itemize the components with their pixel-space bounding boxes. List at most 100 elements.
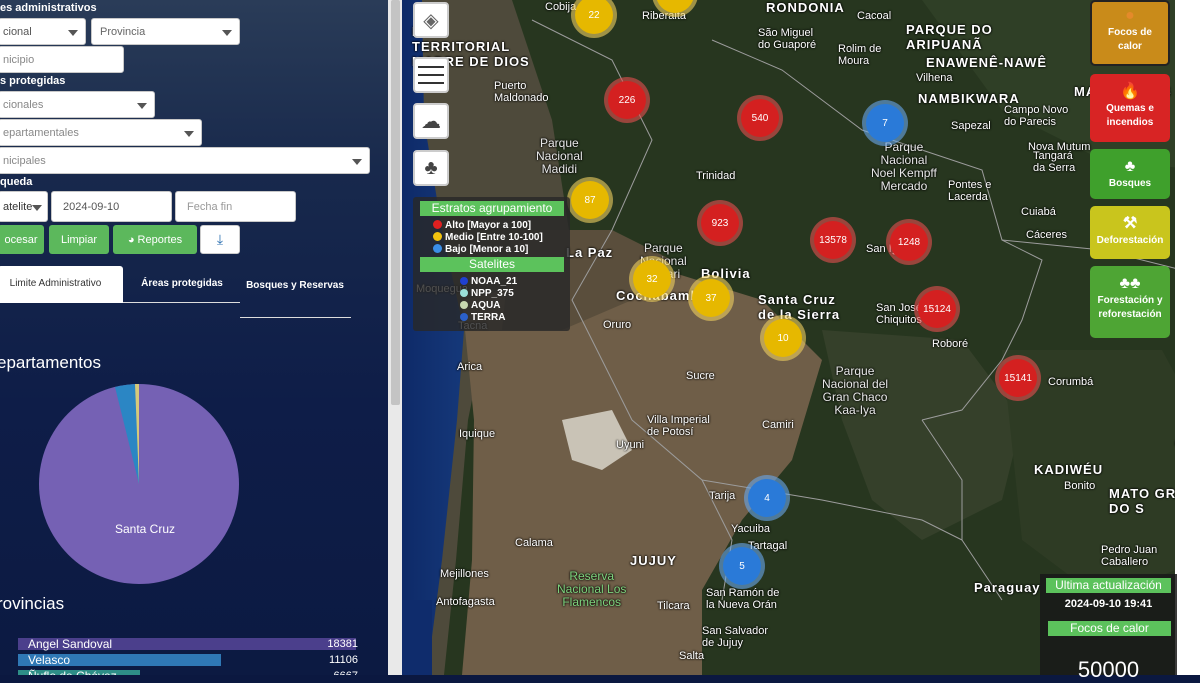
chevron-down-icon bbox=[184, 131, 194, 137]
map-place-label: Sapezal bbox=[951, 120, 991, 132]
map-place-label: Sucre bbox=[686, 370, 715, 382]
tree-icon: ♣ bbox=[424, 156, 438, 179]
protected-areas-label: s protegidas bbox=[0, 75, 66, 87]
map-place-label: Parque Nacional Madidi bbox=[536, 136, 583, 176]
municipality-select[interactable]: nicipio bbox=[0, 46, 124, 73]
forest-icon: ♣♣ bbox=[1119, 275, 1141, 292]
hotspots-value: 50000 bbox=[1077, 657, 1140, 682]
reports-label: Reportes bbox=[137, 234, 183, 246]
map-place-label: MATO GR DO S bbox=[1109, 486, 1177, 516]
download-button[interactable]: ⤓ bbox=[200, 225, 240, 254]
weather-control[interactable]: ☁ bbox=[413, 103, 449, 139]
admin-level-select[interactable]: cional bbox=[0, 18, 86, 45]
hotspot-cluster[interactable]: 15141 bbox=[999, 359, 1037, 397]
map-place-label: La Paz bbox=[566, 245, 614, 260]
sidebar-panel: es administrativos cional Provincia nici… bbox=[0, 0, 388, 675]
map-place-label: ENAWENÊ-NAWÊ bbox=[926, 55, 1048, 70]
hotspot-cluster[interactable]: 37 bbox=[692, 279, 730, 317]
process-button[interactable]: ocesar bbox=[0, 225, 44, 254]
chainsaw-icon: ⚒ bbox=[1122, 215, 1138, 232]
hotspot-cluster[interactable]: 540 bbox=[741, 99, 779, 137]
province-placeholder: Provincia bbox=[100, 26, 146, 38]
pa-municipal-select[interactable]: nicipales bbox=[0, 147, 370, 174]
hotspot-cluster[interactable]: 7 bbox=[866, 104, 904, 142]
chevron-down-icon bbox=[68, 30, 78, 36]
layers-control[interactable]: ◈ bbox=[413, 2, 449, 38]
tab-bosques-reservas[interactable]: Bosques y Reservas bbox=[245, 278, 345, 293]
province-bar-row: Ñuflo de Chávez 6667 bbox=[18, 670, 360, 675]
layer-button-label: Forestación y reforestación bbox=[1097, 295, 1163, 320]
map-place-label: Iquique bbox=[459, 428, 496, 440]
layer-button[interactable]: ♣♣ Forestación y reforestación bbox=[1090, 266, 1170, 338]
map-place-label: Camiri bbox=[762, 419, 794, 431]
tree-icon: ♣ bbox=[1124, 158, 1136, 175]
hotspot-cluster[interactable]: 10 bbox=[764, 319, 802, 357]
scrollbar-thumb[interactable] bbox=[391, 0, 400, 405]
cloud-rain-icon: ☁ bbox=[421, 110, 441, 133]
reports-button[interactable]: ◕ Reportes bbox=[113, 225, 197, 254]
fire-icon: ● bbox=[1125, 7, 1135, 24]
legend-dot bbox=[433, 220, 442, 229]
satellite-dot bbox=[460, 289, 468, 297]
province-select[interactable]: Provincia bbox=[91, 18, 240, 45]
map-place-label: RONDONIA bbox=[766, 0, 845, 15]
layer-button[interactable]: ● Focos de calor bbox=[1090, 0, 1170, 66]
legend-label: Medio [Entre 10-100] bbox=[445, 232, 543, 243]
hamburger-icon bbox=[418, 66, 444, 84]
forest-control[interactable]: ♣ bbox=[413, 150, 449, 186]
hotspot-cluster[interactable]: 5 bbox=[723, 547, 761, 585]
tab-areas-protegidas[interactable]: Áreas protegidas bbox=[126, 278, 238, 289]
start-date-input[interactable]: 2024-09-10 bbox=[51, 191, 172, 222]
download-icon: ⤓ bbox=[216, 231, 224, 247]
pa-departmental-select[interactable]: epartamentales bbox=[0, 119, 202, 146]
satellite-label: TERRA bbox=[471, 312, 506, 323]
map-place-label: Calama bbox=[515, 537, 553, 549]
map-place-label: Bonito bbox=[1064, 480, 1096, 492]
map-place-label: Oruro bbox=[603, 319, 632, 331]
layer-button[interactable]: ⚒ Deforestación bbox=[1090, 206, 1170, 259]
chevron-down-icon bbox=[137, 103, 147, 109]
end-date-input[interactable]: Fecha fin bbox=[175, 191, 296, 222]
satellites-title: Satelites bbox=[420, 257, 564, 272]
satellite-label: NOAA_21 bbox=[471, 276, 518, 287]
departments-pie-chart: Santa Cruz bbox=[39, 383, 239, 584]
pa-national-select[interactable]: cionales bbox=[0, 91, 155, 118]
map-place-label: Vilhena bbox=[916, 72, 953, 84]
map-place-label: Pontes e Lacerda bbox=[948, 179, 992, 203]
map-legend: Estratos agrupamiento Alto [Mayor a 100]… bbox=[413, 197, 570, 331]
start-date-value: 2024-09-10 bbox=[63, 201, 120, 213]
map-place-label: Trinidad bbox=[696, 170, 736, 182]
province-bar-row: Velasco 11106 bbox=[18, 654, 360, 667]
hotspots-label: Focos de calor bbox=[1048, 621, 1171, 636]
map-place-label: San Salvador de Jujuy bbox=[702, 625, 769, 649]
map-place-label: Mejillones bbox=[440, 568, 489, 580]
hotspot-cluster[interactable]: 32 bbox=[633, 260, 671, 298]
layer-button[interactable]: 🔥 Quemas e incendios bbox=[1090, 74, 1170, 142]
hotspot-cluster[interactable]: 4 bbox=[748, 479, 786, 517]
hotspot-cluster[interactable]: 1248 bbox=[890, 223, 928, 261]
tab-limite-administrativo[interactable]: Limite Administrativo bbox=[0, 266, 123, 303]
layer-button[interactable]: ♣ Bosques bbox=[1090, 149, 1170, 199]
legend-dot bbox=[433, 232, 442, 241]
end-date-placeholder: Fecha fin bbox=[187, 201, 233, 213]
hotspot-cluster[interactable]: 13578 bbox=[814, 221, 852, 259]
pie-label: Santa Cruz bbox=[115, 522, 175, 536]
hotspot-cluster[interactable]: 87 bbox=[571, 181, 609, 219]
map-place-label: São Miguel do Guaporé bbox=[758, 27, 817, 51]
satellite-item: AQUA bbox=[460, 300, 500, 311]
map-place-label: Salta bbox=[679, 650, 705, 662]
hotspot-cluster[interactable]: 15124 bbox=[918, 290, 956, 328]
map-place-label: Tarija bbox=[709, 490, 736, 502]
map-place-label: Tangará da Serra bbox=[1033, 150, 1076, 174]
clear-button[interactable]: Limpiar bbox=[49, 225, 109, 254]
satellite-select[interactable]: atelite bbox=[0, 191, 48, 222]
legend-label: Alto [Mayor a 100] bbox=[445, 220, 532, 231]
map-place-label: Corumbá bbox=[1048, 376, 1094, 388]
hotspot-cluster[interactable]: 923 bbox=[701, 204, 739, 242]
menu-control[interactable] bbox=[413, 57, 449, 93]
map-place-label: Cuiabá bbox=[1021, 206, 1056, 218]
departments-title: epartamentos bbox=[0, 353, 101, 372]
flame-icon: 🔥 bbox=[1120, 83, 1140, 100]
hotspot-cluster[interactable]: 226 bbox=[608, 81, 646, 119]
province-name: Angel Sandoval bbox=[28, 637, 113, 651]
